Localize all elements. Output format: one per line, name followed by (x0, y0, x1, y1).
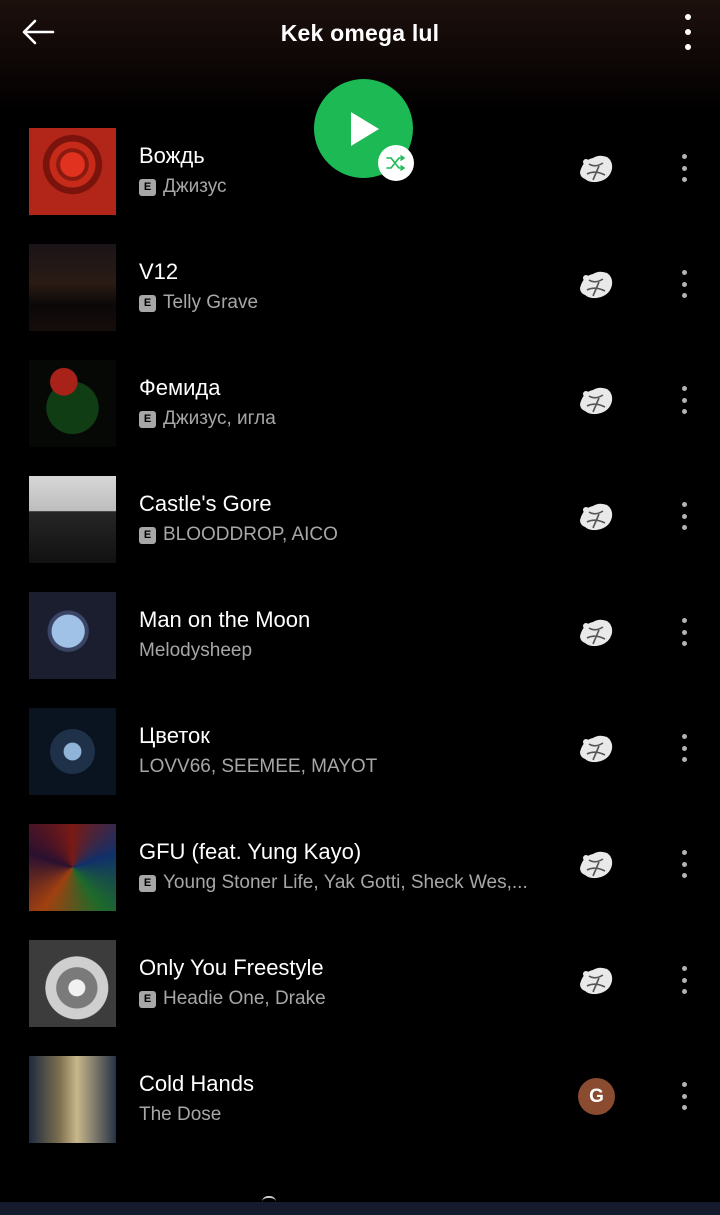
track-title: Вождь (139, 143, 205, 168)
explicit-badge: E (139, 526, 156, 544)
album-cover (29, 824, 116, 911)
more-vertical-icon (681, 966, 687, 971)
track-artists: Джизус, игла (163, 408, 276, 429)
track-artists: The Dose (139, 1104, 222, 1125)
track-row[interactable]: V12 E Telly Grave (0, 228, 720, 344)
track-artists: Headie One, Drake (163, 988, 326, 1009)
playlist-title: Kek omega lul (280, 20, 440, 46)
play-icon (350, 111, 379, 146)
track-more-button[interactable] (674, 1080, 694, 1112)
track-artists: LOVV66, SEEMEE, MAYOT (139, 756, 378, 777)
more-vertical-icon (681, 1082, 687, 1087)
track-artists: Telly Grave (163, 292, 259, 313)
album-cover (29, 1056, 116, 1143)
track-more-button[interactable] (674, 500, 694, 532)
added-by-avatar[interactable] (577, 964, 615, 998)
track-title: V12 (139, 259, 179, 284)
track-subtitle: E Telly Grave (139, 292, 559, 314)
explicit-badge: E (139, 874, 156, 892)
explicit-badge: E (139, 178, 156, 196)
more-vertical-icon (681, 502, 687, 507)
added-by-avatar[interactable]: G (578, 1078, 615, 1115)
track-subtitle: Melodysheep (139, 640, 559, 662)
more-vertical-icon (681, 154, 687, 159)
album-cover (29, 940, 116, 1027)
added-by-avatar[interactable] (577, 732, 615, 766)
track-more-button[interactable] (674, 384, 694, 416)
track-subtitle: E Джизус, игла (139, 408, 559, 430)
track-title: Цветок (139, 723, 210, 748)
album-cover (29, 244, 116, 331)
more-options-button[interactable] (672, 10, 704, 54)
shuffle-toggle[interactable] (378, 145, 414, 181)
more-vertical-icon (681, 270, 687, 275)
track-artists: BLOODDROP, AICO (163, 524, 338, 545)
more-vertical-icon (685, 14, 691, 20)
track-subtitle: E Джизус (139, 176, 559, 198)
added-by-avatar[interactable] (577, 384, 615, 418)
track-row[interactable]: Castle's Gore E BLOODDROP, AICO (0, 460, 720, 576)
track-title: Cold Hands (139, 1071, 254, 1096)
track-row[interactable]: Man on the Moon Melodysheep (0, 576, 720, 692)
more-vertical-icon (681, 850, 687, 855)
track-more-button[interactable] (674, 848, 694, 880)
track-row[interactable]: Only You Freestyle E Headie One, Drake (0, 924, 720, 1040)
album-cover (29, 476, 116, 563)
track-more-button[interactable] (674, 268, 694, 300)
track-subtitle: LOVV66, SEEMEE, MAYOT (139, 756, 559, 778)
track-more-button[interactable] (674, 732, 694, 764)
album-cover (29, 592, 116, 679)
album-cover (29, 360, 116, 447)
track-row[interactable]: Цветок LOVV66, SEEMEE, MAYOT (0, 692, 720, 808)
added-by-avatar[interactable] (577, 268, 615, 302)
track-title: Man on the Moon (139, 607, 311, 632)
more-vertical-icon (681, 386, 687, 391)
track-more-button[interactable] (674, 964, 694, 996)
album-cover (29, 708, 116, 795)
track-row[interactable]: Фемида E Джизус, игла (0, 344, 720, 460)
added-by-avatar[interactable] (577, 616, 615, 650)
track-subtitle: E Headie One, Drake (139, 988, 559, 1010)
track-title: Фемида (139, 375, 221, 400)
more-vertical-icon (681, 618, 687, 623)
track-title: Castle's Gore (139, 491, 272, 516)
added-by-avatar[interactable] (577, 500, 615, 534)
track-row[interactable]: GFU (feat. Yung Kayo) E Young Stoner Life,… (0, 808, 720, 924)
track-subtitle: The Dose (139, 1104, 559, 1126)
track-more-button[interactable] (674, 152, 694, 184)
track-list: Вождь E Джизус V12 E Telly Grave Фемида E Джизус… (0, 112, 720, 1156)
track-more-button[interactable] (674, 616, 694, 648)
explicit-badge: E (139, 294, 156, 312)
album-cover (29, 128, 116, 215)
more-vertical-icon (681, 734, 687, 739)
shuffle-icon (386, 155, 405, 171)
track-subtitle: E BLOODDROP, AICO (139, 524, 559, 546)
track-artists: Джизус (163, 176, 227, 197)
track-artists: Young Stoner Life, Yak Gotti, Sheck Wes,… (163, 872, 528, 893)
explicit-badge: E (139, 990, 156, 1008)
now-playing-bar[interactable] (0, 1196, 720, 1215)
track-title: Only You Freestyle (139, 955, 324, 980)
track-title: GFU (feat. Yung Kayo) (139, 839, 362, 864)
added-by-avatar[interactable] (577, 152, 615, 186)
track-subtitle: E Young Stoner Life, Yak Gotti, Sheck Wes… (139, 872, 559, 894)
added-by-avatar[interactable] (577, 848, 615, 882)
explicit-badge: E (139, 410, 156, 428)
track-row[interactable]: Cold Hands The Dose G (0, 1040, 720, 1156)
track-artists: Melodysheep (139, 640, 253, 661)
